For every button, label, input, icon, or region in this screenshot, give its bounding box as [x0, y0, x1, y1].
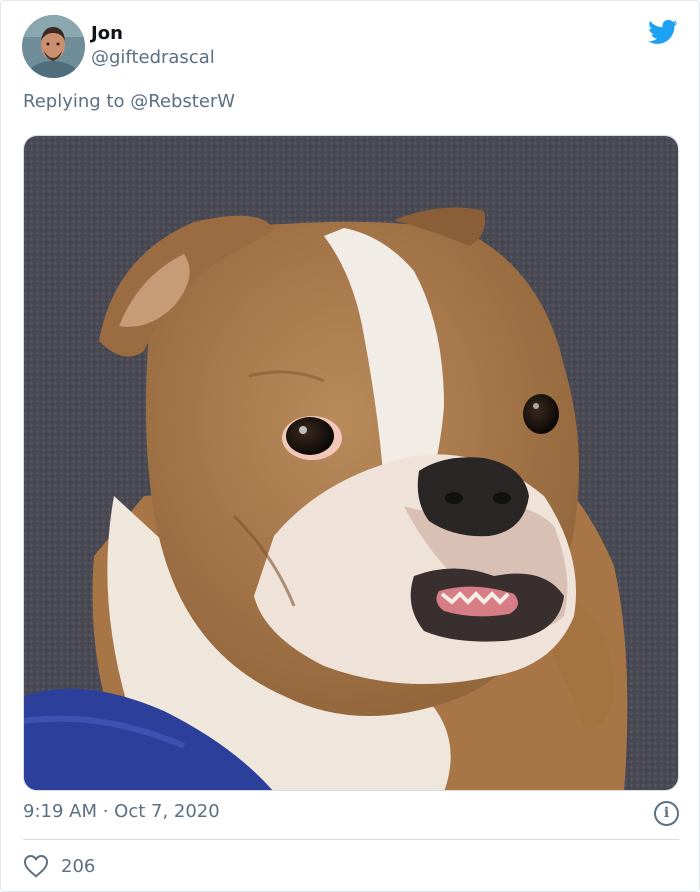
- tweet-photo[interactable]: [23, 135, 679, 791]
- tweet-timestamp[interactable]: 9:19 AM · Oct 7, 2020: [23, 801, 220, 822]
- like-count: 206: [61, 855, 96, 877]
- twitter-bird-icon[interactable]: [647, 17, 679, 47]
- divider: [23, 839, 679, 840]
- like-button[interactable]: 206: [23, 851, 95, 881]
- info-icon[interactable]: i: [654, 801, 679, 826]
- tweet-card: Jon @giftedrascal Replying to @RebsterW: [0, 0, 700, 892]
- reply-prefix: Replying to: [23, 91, 131, 112]
- reply-context: Replying to @RebsterW: [23, 91, 235, 112]
- author-handle[interactable]: @giftedrascal: [91, 47, 215, 68]
- author-name[interactable]: Jon: [91, 23, 123, 44]
- avatar[interactable]: [22, 15, 85, 78]
- reply-mention-link[interactable]: @RebsterW: [130, 91, 235, 112]
- avatar-image: [22, 15, 85, 78]
- heart-icon: [23, 855, 49, 878]
- bulldog-photo: [24, 136, 678, 790]
